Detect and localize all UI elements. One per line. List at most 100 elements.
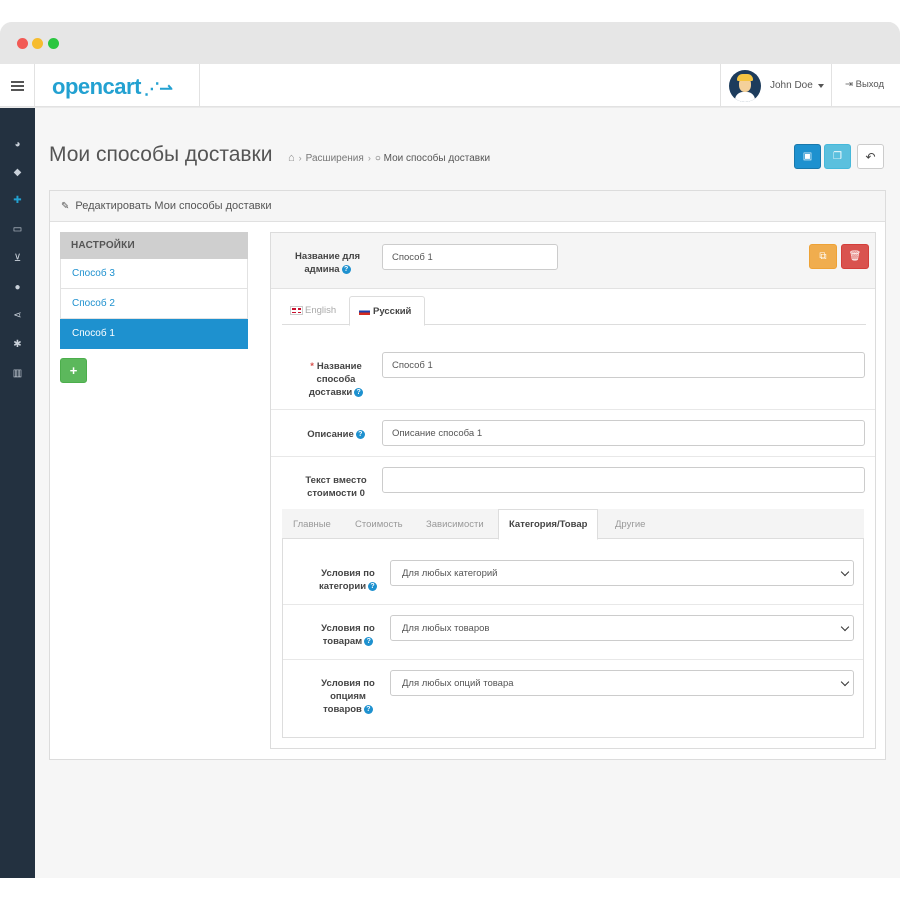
- description-label: Описание?: [291, 428, 381, 441]
- admin-name-input[interactable]: Способ 1: [382, 244, 558, 270]
- tab-main[interactable]: Главные: [293, 509, 331, 539]
- save-button[interactable]: ▣: [794, 144, 821, 169]
- dashboard-icon[interactable]: ◕: [0, 130, 35, 158]
- pencil-icon: ✎: [61, 200, 70, 212]
- add-method-button[interactable]: +: [60, 358, 87, 383]
- cost-text-label: Текст вместо стоимости 0: [305, 475, 367, 499]
- desktop-icon[interactable]: ▭: [0, 215, 35, 243]
- help-icon[interactable]: ?: [355, 429, 365, 439]
- cart-icon[interactable]: ⊻: [0, 244, 35, 272]
- edit-panel: ✎ Редактировать Мои способы доставки НАС…: [49, 190, 886, 760]
- methods-nav: НАСТРОЙКИ Способ 3 Способ 2 Способ 1 +: [60, 232, 248, 383]
- divider: [271, 409, 875, 410]
- divider: [199, 64, 200, 107]
- help-icon[interactable]: ?: [354, 387, 364, 397]
- method-item[interactable]: Способ 2: [60, 289, 248, 319]
- method-item-active[interactable]: Способ 1: [60, 319, 248, 349]
- main-content: Мои способы доставки ⌂ › Расширения › ○ …: [35, 108, 900, 878]
- cost-text-input[interactable]: [382, 467, 865, 493]
- admin-name-label: Название для админа?: [294, 251, 361, 275]
- hamburger-icon: [10, 84, 24, 87]
- help-icon[interactable]: ?: [363, 704, 373, 714]
- breadcrumb-current-label: Мои способы доставки: [383, 152, 491, 164]
- puzzle-icon[interactable]: ✚: [0, 186, 35, 214]
- avatar: [729, 69, 761, 102]
- trash-icon: 🗑: [848, 251, 862, 262]
- plus-icon: +: [69, 363, 78, 378]
- admin-name-row: Название для админа? Способ 1 ⧉ 🗑: [271, 233, 875, 289]
- panel-heading-text: Редактировать Мои способы доставки: [75, 200, 272, 212]
- user-icon[interactable]: ●: [0, 273, 35, 301]
- cog-icon[interactable]: ✱: [0, 330, 35, 358]
- browser-window: opencart ⋰⇀ John Doe ⇥ Выход ◕ ◆ ✚ ▭ ⊻ ● …: [0, 22, 900, 878]
- copy-method-button[interactable]: ⧉: [809, 244, 837, 269]
- copy-button[interactable]: ❐: [824, 144, 851, 169]
- back-button[interactable]: ↶: [857, 144, 884, 169]
- browser-titlebar: [0, 22, 900, 64]
- help-icon[interactable]: ?: [341, 264, 351, 274]
- top-header: opencart ⋰⇀ John Doe ⇥ Выход: [0, 64, 900, 107]
- delete-method-button[interactable]: 🗑: [841, 244, 869, 269]
- copy-icon: ❐: [833, 151, 842, 162]
- home-icon[interactable]: ⌂: [288, 152, 295, 164]
- tab-dependencies[interactable]: Зависимости: [426, 509, 484, 539]
- breadcrumb: ⌂ › Расширения › ○ Мои способы доставки: [288, 152, 490, 164]
- menu-toggle-button[interactable]: [0, 64, 35, 107]
- help-icon[interactable]: ?: [364, 636, 374, 646]
- product-conditions-label: Условия по товарам?: [321, 623, 375, 647]
- tag-icon[interactable]: ◆: [0, 158, 35, 186]
- category-conditions-select[interactable]: Для любых категорий: [390, 560, 854, 586]
- tab-cost[interactable]: Стоимость: [355, 509, 403, 539]
- method-form: Название для админа? Способ 1 ⧉ 🗑 English…: [270, 232, 876, 749]
- chart-icon[interactable]: ▥: [0, 359, 35, 387]
- minimize-window-button[interactable]: [32, 38, 43, 49]
- chevron-down-icon: [840, 622, 850, 632]
- close-window-button[interactable]: [17, 38, 28, 49]
- caret-down-icon: [817, 83, 824, 88]
- methods-nav-header: НАСТРОЙКИ: [60, 232, 248, 259]
- method-item[interactable]: Способ 3: [60, 259, 248, 289]
- uk-flag-icon: [290, 306, 303, 315]
- settings-tabs: Главные Стоимость Зависимости Категория/…: [282, 509, 864, 540]
- product-conditions-select[interactable]: Для любых товаров: [390, 615, 854, 641]
- category-product-panel: Условия по категории? Для любых категорий…: [282, 539, 864, 738]
- cart-logo-icon: ⋰⇀: [143, 81, 173, 98]
- russia-flag-icon: [359, 307, 370, 315]
- maximize-window-button[interactable]: [48, 38, 59, 49]
- save-icon: ▣: [802, 151, 813, 162]
- reply-icon: ↶: [865, 149, 876, 164]
- breadcrumb-current[interactable]: ○ Мои способы доставки: [375, 153, 490, 164]
- category-conditions-label: Условия по категории?: [303, 567, 393, 593]
- opencart-logo[interactable]: opencart ⋰⇀: [52, 74, 173, 100]
- chevron-down-icon: [840, 567, 850, 577]
- description-input[interactable]: Описание способа 1: [382, 420, 865, 446]
- method-name-label: * Название способа доставки?: [308, 361, 364, 398]
- panel-heading: ✎ Редактировать Мои способы доставки: [50, 191, 885, 222]
- breadcrumb-separator: ›: [367, 153, 371, 163]
- copy-icon: ⧉: [819, 251, 827, 262]
- method-name-input[interactable]: Способ 1: [382, 352, 865, 378]
- logo-text: opencart: [52, 74, 141, 99]
- logout-link[interactable]: ⇥ Выход: [845, 79, 884, 90]
- divider: [283, 659, 863, 660]
- tab-category-product[interactable]: Категория/Товар: [498, 509, 599, 540]
- logout-label: Выход: [855, 79, 885, 90]
- circle-icon: ○: [374, 152, 381, 164]
- option-conditions-label: Условия по опциям товаров?: [321, 678, 375, 715]
- tab-english[interactable]: English: [282, 296, 345, 325]
- chevron-down-icon: [840, 677, 850, 687]
- breadcrumb-extensions[interactable]: Расширения: [306, 153, 364, 164]
- help-icon[interactable]: ?: [368, 581, 378, 591]
- divider: [283, 604, 863, 605]
- breadcrumb-separator: ›: [298, 153, 302, 163]
- page-title: Мои способы доставки: [49, 143, 273, 166]
- user-menu[interactable]: John Doe: [720, 64, 832, 107]
- share-icon[interactable]: ⋖: [0, 301, 35, 329]
- tab-other[interactable]: Другие: [615, 509, 645, 539]
- language-tabs: English Русский: [282, 296, 866, 326]
- sign-out-icon: ⇥: [845, 79, 856, 90]
- sidebar: ◕ ◆ ✚ ▭ ⊻ ● ⋖ ✱ ▥: [0, 108, 35, 878]
- user-name: John Doe: [770, 80, 813, 91]
- option-conditions-select[interactable]: Для любых опций товара: [390, 670, 854, 696]
- tab-russian[interactable]: Русский: [349, 296, 425, 326]
